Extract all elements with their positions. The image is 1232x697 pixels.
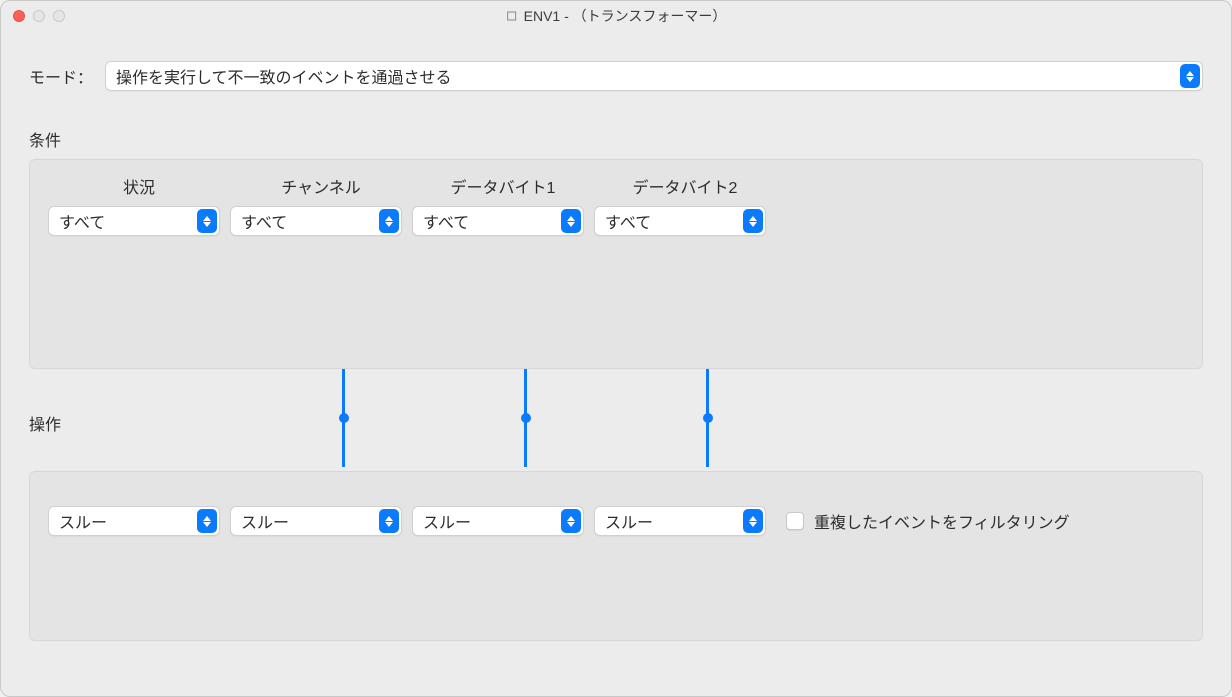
data1-select-value: すべて <box>423 209 561 233</box>
channel-header: チャンネル <box>230 174 412 198</box>
conditions-section: 条件 状況 チャンネル データバイト1 データバイト2 すべて <box>29 127 1203 369</box>
mode-select-value: 操作を実行して不一致のイベントを通過させる <box>116 64 1180 88</box>
filter-duplicates-group: 重複したイベントをフィルタリング <box>786 509 1070 533</box>
conditions-panel: 状況 チャンネル データバイト1 データバイト2 すべて すべて <box>29 159 1203 369</box>
dropdown-icon <box>561 509 581 533</box>
transformer-window: ENV1 - （トランスフォーマー） モード： 操作を実行して不一致のイベントを… <box>0 0 1232 697</box>
filter-duplicates-label: 重複したイベントをフィルタリング <box>814 509 1070 533</box>
op1-select[interactable]: スルー <box>48 506 220 536</box>
op2-select[interactable]: スルー <box>230 506 402 536</box>
conditions-headers: 状況 チャンネル データバイト1 データバイト2 <box>48 174 1184 198</box>
zoom-window-button[interactable] <box>53 10 65 22</box>
dropdown-icon <box>743 209 763 233</box>
op2-select-value: スルー <box>241 509 379 533</box>
dropdown-icon <box>743 509 763 533</box>
data1-header: データバイト1 <box>412 174 594 198</box>
status-select[interactable]: すべて <box>48 206 220 236</box>
data2-header: データバイト2 <box>594 174 776 198</box>
dropdown-icon <box>1180 64 1200 88</box>
channel-select[interactable]: すべて <box>230 206 402 236</box>
status-select-value: すべて <box>59 209 197 233</box>
close-window-button[interactable] <box>13 10 25 22</box>
mode-select[interactable]: 操作を実行して不一致のイベントを通過させる <box>105 61 1203 91</box>
connector-line-1 <box>342 369 345 467</box>
document-icon <box>506 10 518 22</box>
connector-dot[interactable] <box>703 413 713 423</box>
status-header: 状況 <box>48 174 230 198</box>
traffic-lights <box>13 10 65 22</box>
mode-label: モード： <box>29 64 93 88</box>
dropdown-icon <box>561 209 581 233</box>
minimize-window-button[interactable] <box>33 10 45 22</box>
dropdown-icon <box>379 509 399 533</box>
conditions-selects-row: すべて すべて すべて <box>48 206 1184 236</box>
operations-selects-row: スルー スルー スルー <box>48 506 1184 536</box>
connector-dot[interactable] <box>521 413 531 423</box>
op4-select[interactable]: スルー <box>594 506 766 536</box>
data1-select[interactable]: すべて <box>412 206 584 236</box>
connector-dot[interactable] <box>339 413 349 423</box>
titlebar: ENV1 - （トランスフォーマー） <box>1 1 1231 31</box>
connector-line-3 <box>706 369 709 467</box>
window-title: ENV1 - （トランスフォーマー） <box>506 6 727 26</box>
dropdown-icon <box>197 209 217 233</box>
data2-select-value: すべて <box>605 209 743 233</box>
data2-select[interactable]: すべて <box>594 206 766 236</box>
window-title-text: ENV1 - （トランスフォーマー） <box>524 6 727 26</box>
op1-select-value: スルー <box>59 509 197 533</box>
dropdown-icon <box>197 509 217 533</box>
op4-select-value: スルー <box>605 509 743 533</box>
filter-duplicates-checkbox[interactable] <box>786 512 804 530</box>
channel-select-value: すべて <box>241 209 379 233</box>
content-area: モード： 操作を実行して不一致のイベントを通過させる 条件 状況 チャンネル デ… <box>1 31 1231 696</box>
conditions-label: 条件 <box>29 127 1203 151</box>
connector-area <box>29 369 1203 467</box>
dropdown-icon <box>379 209 399 233</box>
connector-line-2 <box>524 369 527 467</box>
mode-select-container: 操作を実行して不一致のイベントを通過させる <box>105 61 1203 91</box>
operations-panel: スルー スルー スルー <box>29 471 1203 641</box>
op3-select-value: スルー <box>423 509 561 533</box>
mode-row: モード： 操作を実行して不一致のイベントを通過させる <box>29 61 1203 91</box>
op3-select[interactable]: スルー <box>412 506 584 536</box>
